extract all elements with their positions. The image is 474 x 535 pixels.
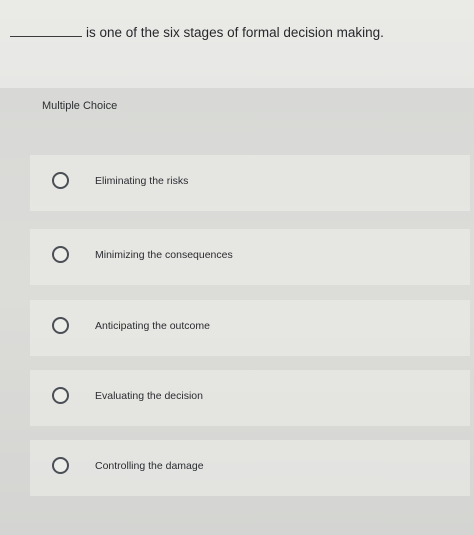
choice-option-1[interactable]: Eliminating the risks [30,155,470,211]
choice-label: Controlling the damage [95,460,204,472]
radio-button-icon[interactable] [52,246,69,263]
choice-option-5[interactable]: Controlling the damage [30,440,470,496]
radio-button-icon[interactable] [52,387,69,404]
choice-label: Anticipating the outcome [95,320,210,332]
choice-option-3[interactable]: Anticipating the outcome [30,300,470,356]
radio-button-icon[interactable] [52,457,69,474]
panel-title: Multiple Choice [42,100,118,112]
radio-button-icon[interactable] [52,172,69,189]
answer-blank [10,24,82,37]
choice-label: Evaluating the decision [95,390,203,402]
choice-label: Minimizing the consequences [95,249,233,261]
choice-label: Eliminating the risks [95,175,189,187]
radio-button-icon[interactable] [52,317,69,334]
choice-option-4[interactable]: Evaluating the decision [30,370,470,426]
question-stem: is one of the six stages of formal decis… [86,25,384,40]
question-text: is one of the six stages of formal decis… [10,24,470,42]
choice-option-2[interactable]: Minimizing the consequences [30,229,470,285]
question-area: is one of the six stages of formal decis… [0,0,474,88]
